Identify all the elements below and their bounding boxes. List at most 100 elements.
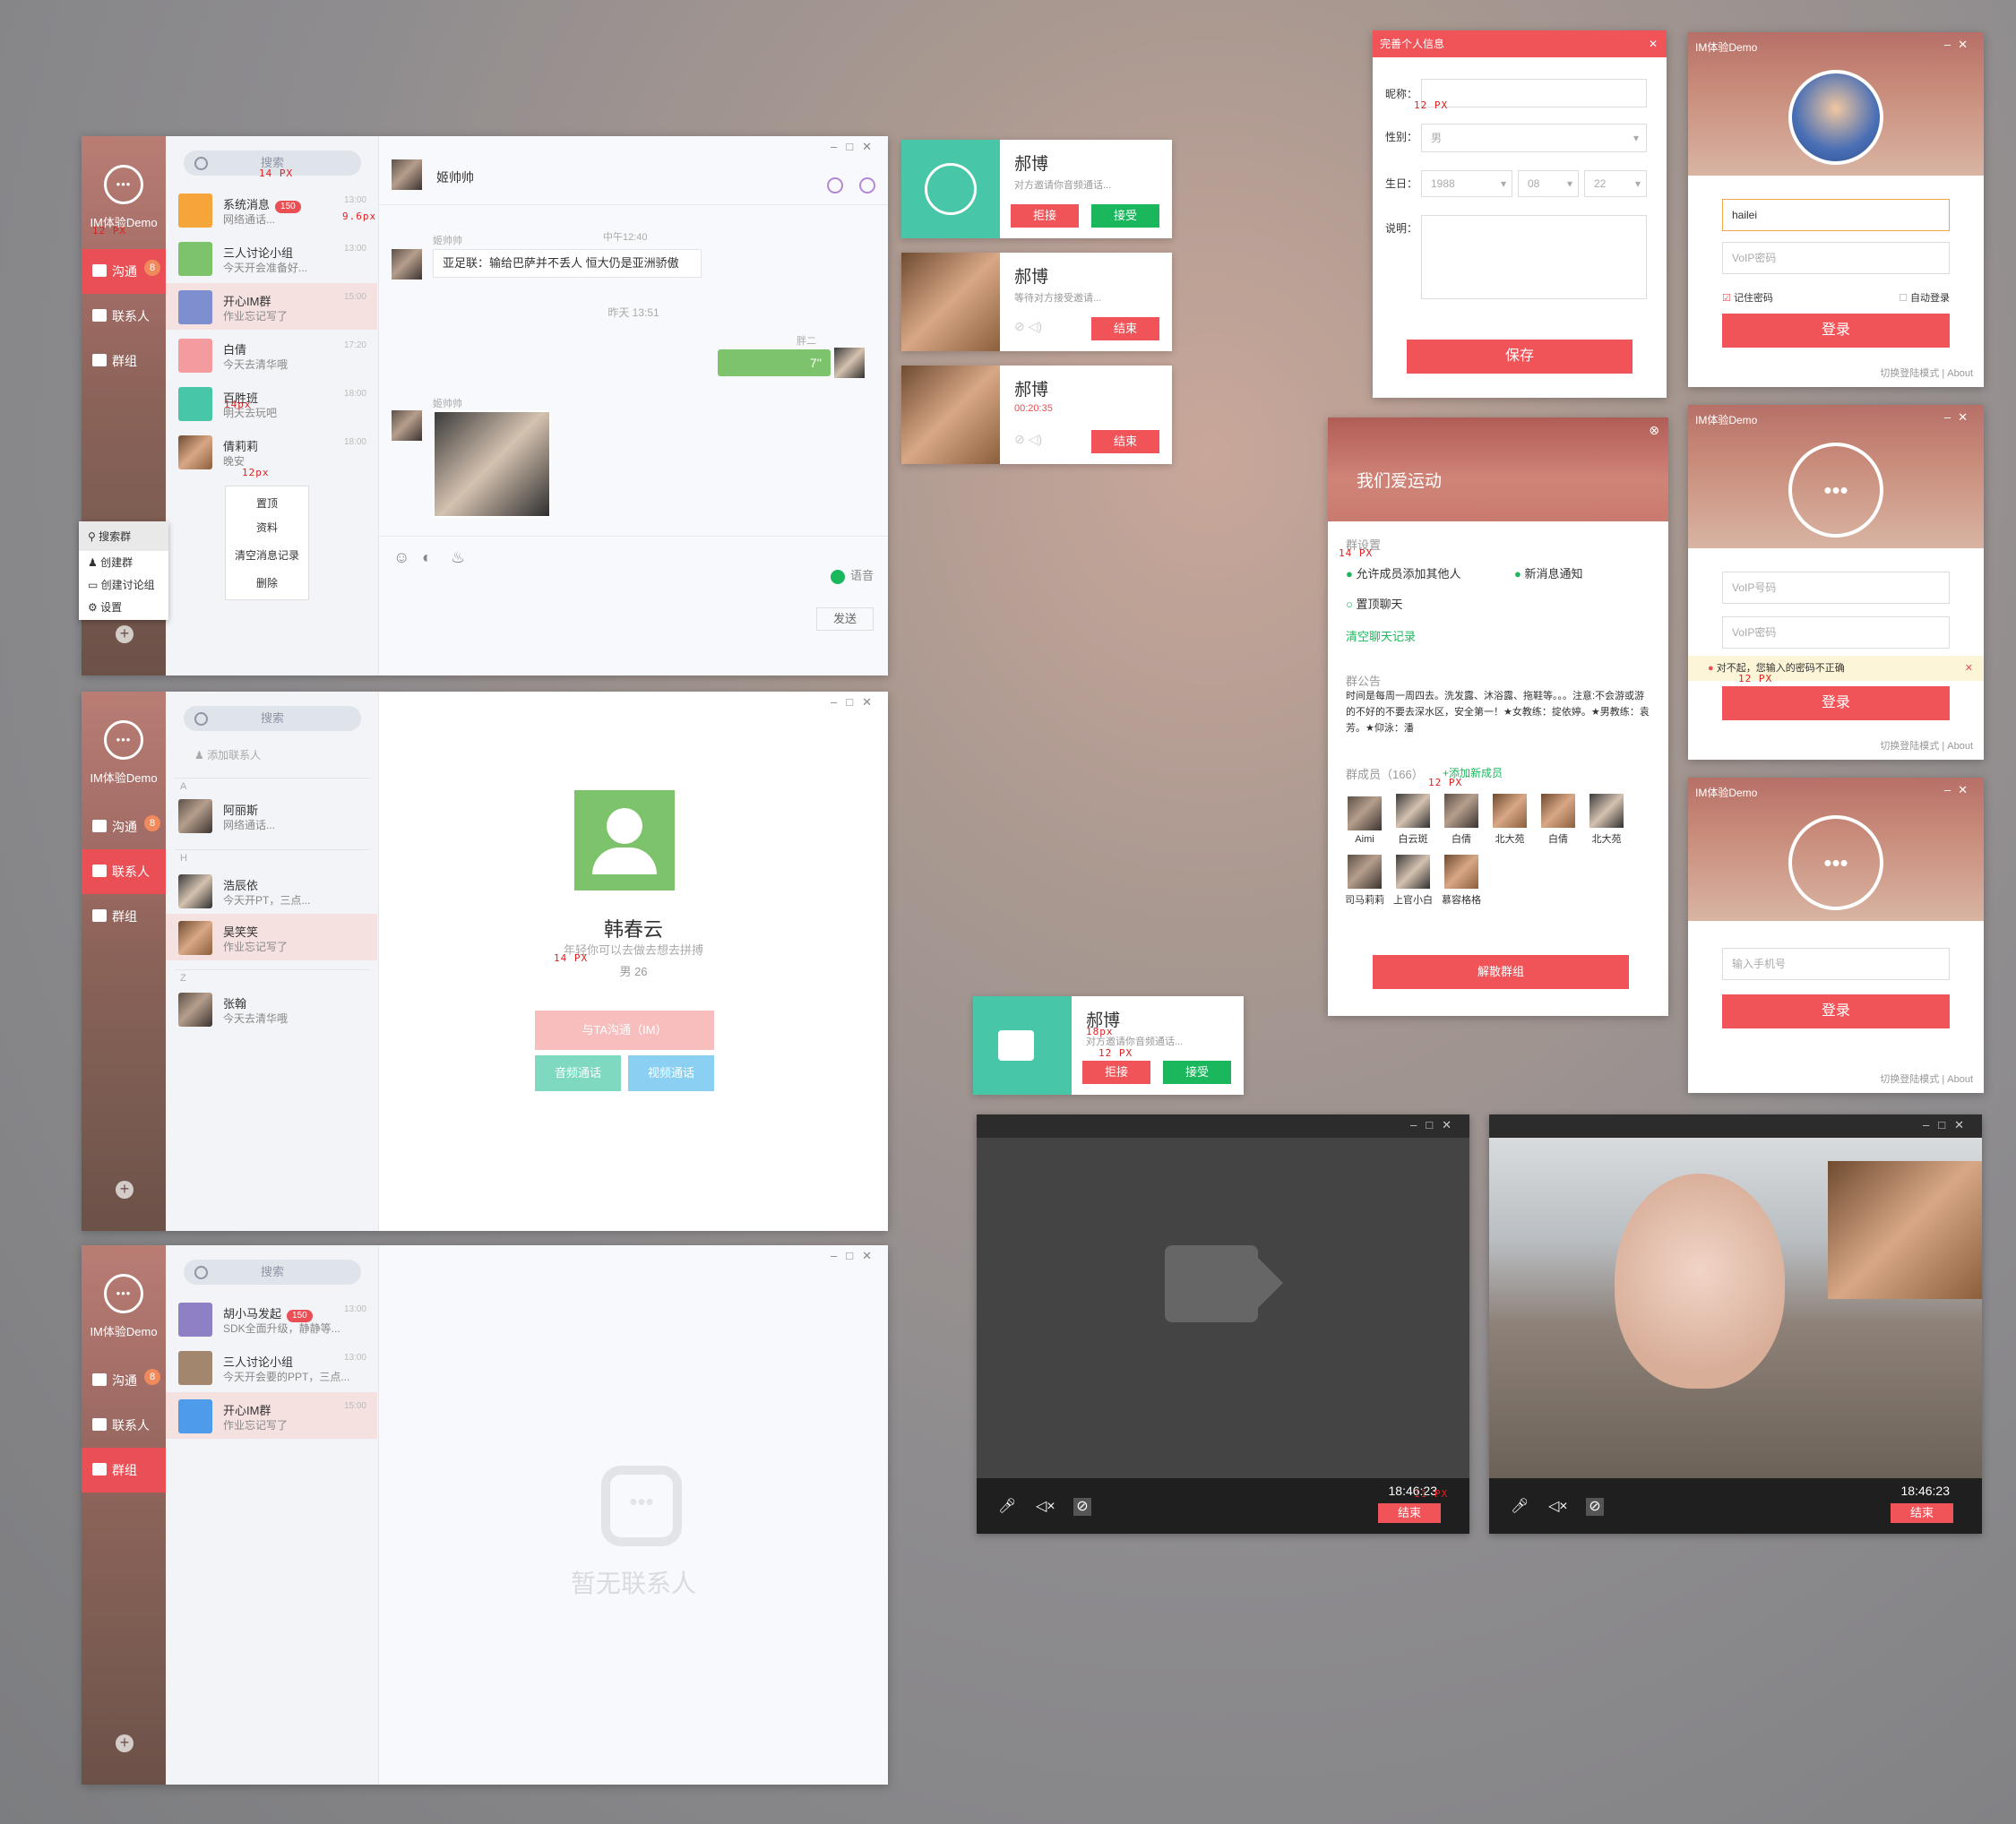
window-controls[interactable]: –□✕ — [831, 695, 881, 710]
member[interactable]: 白倩 — [1534, 794, 1582, 846]
auto-login-checkbox[interactable]: ☐ 自动登录 — [1899, 290, 1950, 305]
image-icon[interactable]: ◐ — [422, 548, 432, 567]
list-item[interactable]: 三人讨论小组 今天开会准备好... 13:00 — [166, 235, 377, 281]
window-controls[interactable]: –✕ — [1944, 410, 1975, 425]
remember-checkbox[interactable]: ☑ 记住密码 — [1722, 290, 1773, 305]
camera-off-icon[interactable]: ⊘ — [1073, 1498, 1091, 1516]
menu-item-delete[interactable]: 删除 — [226, 575, 308, 590]
accept-button[interactable]: 接受 — [1091, 204, 1159, 228]
menu-item-profile[interactable]: 资料 — [226, 520, 308, 535]
nickname-input[interactable] — [1421, 79, 1647, 108]
list-item[interactable]: 浩辰依 今天开PT，三点... — [166, 867, 377, 914]
month-select[interactable]: 08 ▾ — [1518, 170, 1579, 197]
list-item[interactable]: 开心IM群 作业忘记写了 15:00 — [166, 283, 377, 330]
im-button[interactable]: 与TA沟通（IM） — [535, 1011, 714, 1050]
speaker-mute-icon[interactable]: ◁× — [1548, 1498, 1568, 1516]
close-icon[interactable]: ✕ — [1649, 30, 1658, 57]
member[interactable]: Aimi — [1340, 796, 1389, 845]
list-item[interactable]: 开心IM群 作业忘记写了 15:00 — [166, 1392, 377, 1439]
login-button[interactable]: 登录 — [1722, 686, 1950, 720]
end-button[interactable]: 结束 — [1091, 430, 1159, 453]
about-link[interactable]: About — [1947, 368, 1973, 379]
accept-button[interactable]: 接受 — [1163, 1061, 1231, 1084]
voice-button[interactable]: 语音 — [830, 566, 874, 584]
mic-icon[interactable]: 🎤︎ — [1511, 1498, 1529, 1516]
close-icon[interactable]: ✕ — [1965, 656, 1973, 681]
close-icon[interactable]: ⊗ — [1649, 423, 1659, 438]
plus-icon[interactable]: + — [116, 625, 134, 643]
mute-mic-icon[interactable]: ⊘ ◁) — [1014, 319, 1042, 334]
list-item[interactable]: 白倩 今天去清华哦 17:20 — [166, 331, 377, 378]
window-controls[interactable]: –✕ — [1944, 38, 1975, 52]
list-item[interactable]: 三人讨论小组 今天开会要的PPT，三点... 13:00 — [166, 1344, 377, 1390]
dismiss-group-button[interactable]: 解散群组 — [1373, 955, 1629, 989]
window-controls[interactable]: –□✕ — [1410, 1118, 1460, 1132]
login-button[interactable]: 登录 — [1722, 994, 1950, 1028]
window-controls[interactable]: –✕ — [1944, 783, 1975, 797]
about-link[interactable]: About — [1947, 1074, 1973, 1085]
voice-message[interactable]: 7'' — [718, 349, 831, 376]
nav-groups[interactable]: 群组 — [82, 894, 166, 939]
menu-item-search-group[interactable]: ⚲ 搜索群 — [79, 521, 168, 551]
camera-off-icon[interactable]: ⊘ — [1586, 1498, 1604, 1516]
nav-chat[interactable]: 沟通 8 — [82, 804, 166, 849]
mute-mic-icon[interactable]: ⊘ ◁) — [1014, 432, 1042, 447]
menu-item-settings[interactable]: ⚙ 设置 — [79, 596, 168, 618]
list-item[interactable]: 胡小马发起 150 SDK全面升级，静静等... 13:00 — [166, 1295, 377, 1342]
end-call-button[interactable]: 结束 — [1891, 1503, 1953, 1523]
menu-item-create-group[interactable]: ♟ 创建群 — [79, 551, 168, 573]
nav-contacts[interactable]: 联系人 — [82, 294, 166, 339]
window-controls[interactable]: –□✕ — [831, 140, 881, 154]
search-input[interactable]: 搜索 — [184, 706, 361, 731]
speaker-mute-icon[interactable]: ◁× — [1036, 1498, 1055, 1516]
list-item[interactable]: 百胜班 明天去玩吧 18:00 — [166, 380, 377, 426]
list-item[interactable]: 系统消息 150 网络通话... 13:00 — [166, 186, 377, 233]
member[interactable]: 慕容格格 — [1437, 855, 1486, 907]
description-textarea[interactable] — [1421, 215, 1647, 299]
nav-groups[interactable]: 群组 — [82, 339, 166, 383]
end-call-button[interactable]: 结束 — [1378, 1503, 1441, 1523]
switch-mode-link[interactable]: 切换登陆模式 — [1880, 368, 1939, 379]
about-link[interactable]: About — [1947, 741, 1973, 752]
window-controls[interactable]: –□✕ — [1923, 1118, 1973, 1132]
video-icon[interactable] — [859, 177, 875, 194]
year-select[interactable]: 1988 ▾ — [1421, 170, 1512, 197]
menu-item-pin[interactable]: 置顶 — [226, 495, 308, 511]
option-notify[interactable]: ● 新消息通知 — [1514, 564, 1582, 581]
password-input[interactable]: VoIP密码 — [1722, 242, 1950, 274]
nav-contacts[interactable]: 联系人 — [82, 849, 166, 894]
list-item[interactable]: 张翰 今天去清华哦 — [166, 985, 377, 1032]
plus-icon[interactable]: + — [116, 1181, 134, 1199]
switch-mode-link[interactable]: 切换登陆模式 — [1880, 741, 1939, 752]
nav-chat[interactable]: 沟通 8 — [82, 1358, 166, 1403]
member[interactable]: 司马莉莉 — [1340, 855, 1389, 907]
password-input[interactable]: VoIP密码 — [1722, 616, 1950, 649]
list-item[interactable]: 阿丽斯 网络通话... — [166, 792, 377, 839]
menu-item-create-discussion[interactable]: ▭ 创建讨论组 — [79, 573, 168, 596]
nav-chat[interactable]: 沟通 8 — [82, 249, 166, 294]
window-controls[interactable]: –□✕ — [831, 1249, 881, 1263]
username-input[interactable]: hailei — [1722, 199, 1950, 231]
save-button[interactable]: 保存 — [1407, 340, 1633, 374]
reject-button[interactable]: 拒接 — [1082, 1061, 1150, 1084]
mic-icon[interactable]: 🎤︎ — [998, 1498, 1016, 1516]
mic-icon[interactable] — [827, 177, 843, 194]
send-button[interactable]: 发送 — [816, 607, 874, 631]
login-button[interactable]: 登录 — [1722, 314, 1950, 348]
add-contact-button[interactable]: ♟ 添加联系人 — [194, 747, 261, 762]
member[interactable]: 白倩 — [1437, 794, 1486, 846]
reject-button[interactable]: 拒接 — [1011, 204, 1079, 228]
day-select[interactable]: 22 ▾ — [1584, 170, 1647, 197]
menu-item-clear[interactable]: 清空消息记录 — [226, 547, 308, 563]
plus-icon[interactable]: + — [116, 1734, 134, 1752]
image-message[interactable] — [433, 410, 551, 518]
option-allow-add[interactable]: ● 允许成员添加其他人 — [1346, 564, 1460, 581]
member[interactable]: 北大苑 — [1486, 794, 1534, 846]
end-button[interactable]: 结束 — [1091, 317, 1159, 340]
phone-input[interactable]: 输入手机号 — [1722, 948, 1950, 980]
switch-mode-link[interactable]: 切换登陆模式 — [1880, 1074, 1939, 1085]
nav-contacts[interactable]: 联系人 — [82, 1403, 166, 1448]
fire-icon[interactable]: ♨ — [451, 548, 465, 567]
member[interactable]: 北大苑 — [1582, 794, 1631, 846]
emoji-icon[interactable]: ☺ — [393, 548, 409, 567]
